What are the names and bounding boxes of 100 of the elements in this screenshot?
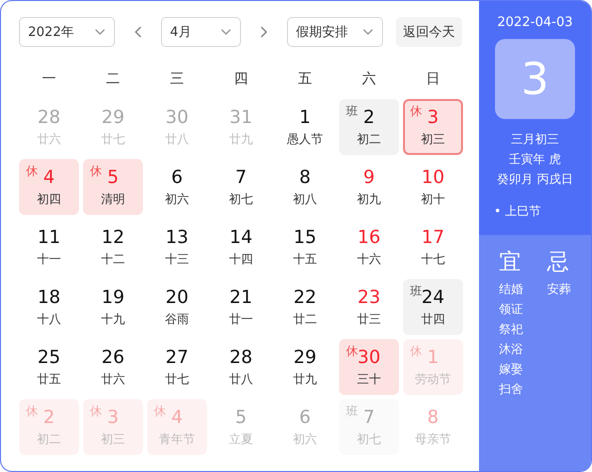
day-number: 30 — [358, 347, 380, 369]
day-number: 29 — [102, 107, 124, 129]
day-number: 14 — [230, 227, 252, 249]
day-cell[interactable]: 21 廿一 — [211, 279, 271, 335]
day-number: 23 — [358, 287, 380, 309]
day-cell[interactable]: 11 十一 — [19, 219, 79, 275]
day-cell[interactable]: 班 2 初二 — [339, 99, 399, 155]
day-number: 10 — [422, 167, 444, 189]
day-number: 28 — [38, 107, 60, 129]
weekday-label: 六 — [361, 70, 377, 88]
festival-label: • 上巳节 — [494, 203, 541, 220]
lunar-date: 初八 — [293, 191, 317, 207]
day-number: 20 — [166, 287, 188, 309]
day-number: 4 — [171, 407, 183, 429]
today-button[interactable]: 返回今天 — [396, 17, 462, 47]
day-cell[interactable]: 1 愚人节 — [275, 99, 335, 155]
day-number: 22 — [294, 287, 316, 309]
day-number: 5 — [235, 407, 247, 429]
day-cell[interactable]: 29 廿九 — [275, 339, 335, 395]
weekday-label: 日 — [425, 70, 441, 88]
day-number: 9 — [363, 167, 375, 189]
day-status-label: 休 — [90, 403, 102, 420]
day-number: 21 — [230, 287, 252, 309]
almanac-item: 沐浴 — [499, 341, 523, 358]
lunar-date: 初七 — [357, 431, 381, 447]
lunar-date: 十八 — [37, 311, 61, 327]
lunar-date: 母亲节 — [415, 431, 451, 447]
day-cell[interactable]: 17 十七 — [403, 219, 463, 275]
day-cell[interactable]: 休 4 初四 — [19, 159, 79, 215]
weekday-label: 四 — [233, 70, 249, 88]
day-cell[interactable]: 25 廿五 — [19, 339, 79, 395]
day-cell[interactable]: 19 十九 — [83, 279, 143, 335]
month-select[interactable]: 4月 — [161, 17, 241, 47]
day-cell[interactable]: 15 十五 — [275, 219, 335, 275]
day-number: 12 — [102, 227, 124, 249]
day-status-label: 休 — [26, 163, 38, 180]
day-cell[interactable]: 休 3 初三 — [403, 99, 463, 155]
almanac-item: 嫁娶 — [499, 361, 523, 378]
day-cell[interactable]: 6 初六 — [147, 159, 207, 215]
lunar-date: 廿六 — [37, 131, 61, 147]
lunar-date: 劳动节 — [415, 371, 451, 387]
day-cell[interactable]: 23 廿三 — [339, 279, 399, 335]
day-number: 4 — [43, 167, 55, 189]
lunar-info: 癸卯月 丙戌日 — [497, 171, 573, 188]
holiday-select[interactable]: 假期安排 — [287, 17, 383, 47]
lunar-date: 廿九 — [229, 131, 253, 147]
day-number: 27 — [166, 347, 188, 369]
day-status-label: 休 — [410, 343, 422, 360]
day-status-label: 休 — [410, 103, 422, 120]
year-select[interactable]: 2022年 — [19, 17, 115, 47]
day-cell[interactable]: 22 廿二 — [275, 279, 335, 335]
day-cell[interactable]: 26 廿六 — [83, 339, 143, 395]
day-number: 15 — [294, 227, 316, 249]
day-number: 2 — [363, 107, 375, 129]
day-status-label: 休 — [346, 343, 358, 360]
day-cell[interactable]: 28 廿八 — [211, 339, 271, 395]
day-cell[interactable]: 13 十三 — [147, 219, 207, 275]
day-cell[interactable]: 8 初八 — [275, 159, 335, 215]
selected-date: 2022-04-03 — [497, 15, 573, 30]
lunar-date: 廿二 — [293, 311, 317, 327]
day-number: 31 — [230, 107, 252, 129]
almanac-title: 宜 — [499, 249, 522, 277]
day-number: 6 — [171, 167, 183, 189]
almanac-item: 扫舍 — [499, 381, 523, 398]
day-cell[interactable]: 10 初十 — [403, 159, 463, 215]
day-cell[interactable]: 27 廿七 — [147, 339, 207, 395]
lunar-date: 初七 — [229, 191, 253, 207]
day-number: 8 — [427, 407, 439, 429]
day-cell[interactable]: 12 十二 — [83, 219, 143, 275]
weekday-label: 三 — [169, 70, 185, 88]
lunar-date: 廿五 — [37, 371, 61, 387]
day-number: 19 — [102, 287, 124, 309]
lunar-date: 初十 — [421, 191, 445, 207]
day-cell[interactable]: 16 十六 — [339, 219, 399, 275]
almanac-title: 忌 — [547, 249, 570, 277]
day-number: 3 — [107, 407, 119, 429]
lunar-info: 壬寅年 虎 — [509, 151, 561, 168]
day-cell[interactable]: 20 谷雨 — [147, 279, 207, 335]
lunar-date: 廿一 — [229, 311, 253, 327]
day-cell[interactable]: 休 5 清明 — [83, 159, 143, 215]
weekday-label: 一 — [41, 70, 57, 88]
day-number: 24 — [422, 287, 444, 309]
lunar-info: 三月初三 — [511, 131, 559, 148]
almanac-item: 祭祀 — [499, 321, 523, 338]
lunar-date: 谷雨 — [165, 311, 189, 327]
day-number: 8 — [299, 167, 311, 189]
lunar-date: 十三 — [165, 251, 189, 267]
day-status-label: 班 — [346, 403, 358, 420]
day-number: 29 — [294, 347, 316, 369]
day-number: 30 — [166, 107, 188, 129]
lunar-date: 立夏 — [229, 431, 253, 447]
day-number: 13 — [166, 227, 188, 249]
day-status-label: 休 — [26, 403, 38, 420]
day-cell[interactable]: 18 十八 — [19, 279, 79, 335]
lunar-date: 初六 — [293, 431, 317, 447]
day-status-label: 休 — [154, 403, 166, 420]
day-cell[interactable]: 7 初七 — [211, 159, 271, 215]
day-cell[interactable]: 9 初九 — [339, 159, 399, 215]
day-cell[interactable]: 14 十四 — [211, 219, 271, 275]
lunar-date: 廿八 — [165, 131, 189, 147]
